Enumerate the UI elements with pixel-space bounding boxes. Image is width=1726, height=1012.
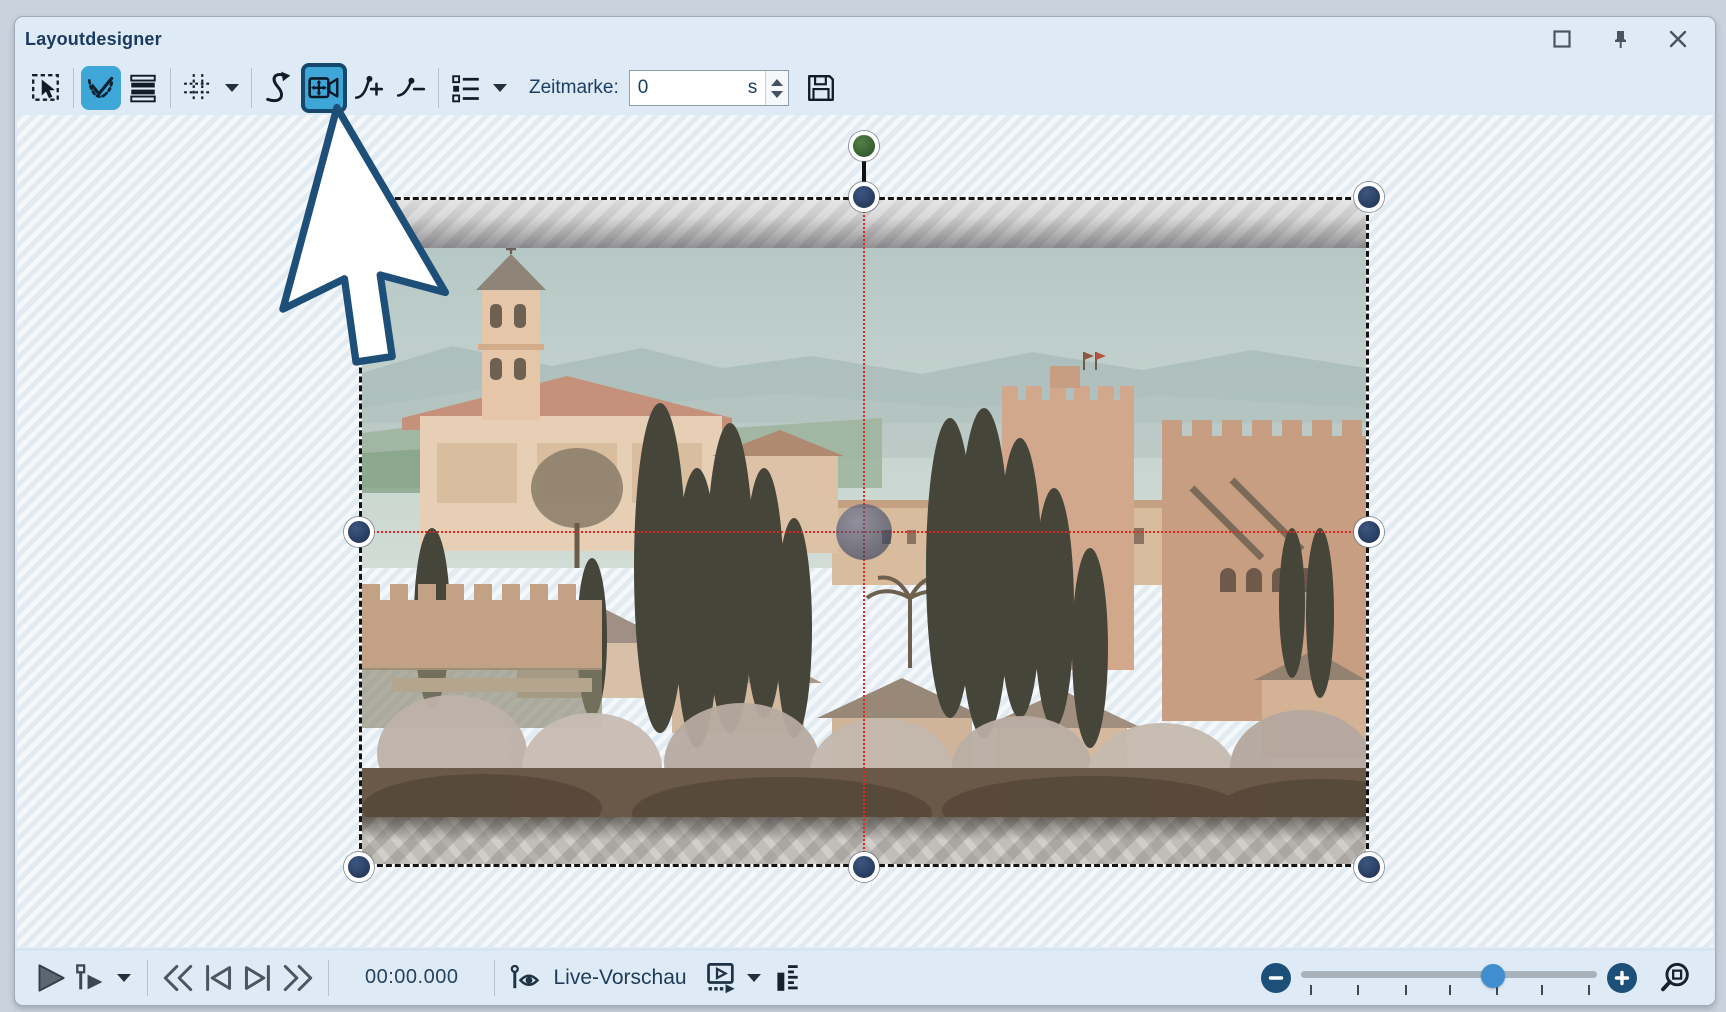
zoom-slider-thumb[interactable] xyxy=(1481,964,1505,988)
separator xyxy=(147,960,148,996)
grid-icon xyxy=(182,72,214,104)
selection-handle-bottom-right[interactable] xyxy=(1354,852,1384,882)
save-button[interactable] xyxy=(801,66,841,110)
separator xyxy=(170,68,171,108)
object-list-dropdown-chevron-down-icon[interactable] xyxy=(493,84,507,92)
rotation-handle[interactable] xyxy=(849,131,879,161)
zeitmarke-field: s xyxy=(629,70,790,106)
selection-handle-top-right[interactable] xyxy=(1354,182,1384,212)
preview-window-button[interactable] xyxy=(701,956,741,1000)
zoom-fit-button[interactable] xyxy=(1659,961,1693,995)
close-button[interactable] xyxy=(1667,28,1689,50)
fast-forward-button[interactable] xyxy=(278,956,318,1000)
play-button[interactable] xyxy=(31,956,71,1000)
pin-button[interactable] xyxy=(1609,28,1631,50)
zoom-slider xyxy=(1301,961,1597,995)
slider-tick xyxy=(1541,985,1543,995)
time-display: 00:00.000 xyxy=(365,966,458,989)
layout-canvas[interactable] xyxy=(17,115,1713,947)
curve-tool-button[interactable] xyxy=(259,66,299,110)
pin-icon xyxy=(1610,29,1630,49)
selection-handle-bottom-left[interactable] xyxy=(344,852,374,882)
zoom-in-button[interactable] xyxy=(1607,963,1637,993)
slider-tick xyxy=(1449,985,1451,995)
play-icon xyxy=(36,963,66,993)
separator xyxy=(494,960,495,996)
transport-bar: 00:00.000 Live-Vorschau xyxy=(15,949,1715,1005)
motion-path-icon xyxy=(85,72,117,104)
separator xyxy=(438,68,439,108)
zoom-out-icon xyxy=(1268,970,1284,986)
prev-frame-icon xyxy=(200,963,236,993)
curve-icon xyxy=(262,71,296,105)
selection-handle-top-center[interactable] xyxy=(849,182,879,212)
add-keypoint-button[interactable] xyxy=(349,66,389,110)
zeitmarke-input[interactable] xyxy=(630,71,746,105)
object-list-icon xyxy=(450,72,482,104)
zeitmarke-spinner xyxy=(765,71,788,105)
selection-handle-middle-right[interactable] xyxy=(1354,517,1384,547)
slider-tick xyxy=(1405,985,1407,995)
live-preview-label: Live-Vorschau xyxy=(553,966,686,990)
zeitmarke-unit: s xyxy=(746,71,766,105)
play-from-marker-icon xyxy=(75,963,107,993)
toolbar: Zeitmarke: s xyxy=(15,61,1715,119)
live-preview-icon xyxy=(508,963,542,993)
grid-button[interactable] xyxy=(178,66,218,110)
zoom-controls xyxy=(1261,961,1693,995)
maximize-button[interactable] xyxy=(1551,28,1573,50)
fast-forward-icon xyxy=(280,963,316,993)
zoom-slider-track[interactable] xyxy=(1301,971,1597,978)
maximize-icon xyxy=(1552,29,1572,49)
selection-handle-bottom-center[interactable] xyxy=(849,852,879,882)
layers-button[interactable] xyxy=(123,66,163,110)
zoom-out-button[interactable] xyxy=(1261,963,1291,993)
object-list-button[interactable] xyxy=(446,66,486,110)
save-icon xyxy=(806,73,836,103)
selection-handle-middle-left[interactable] xyxy=(344,517,374,547)
live-preview-button[interactable] xyxy=(505,956,545,1000)
motion-path-toggle[interactable] xyxy=(81,66,121,110)
camera-pan-icon xyxy=(307,72,341,104)
zoom-fit-icon xyxy=(1659,961,1693,995)
slider-tick xyxy=(1310,985,1312,995)
separator xyxy=(73,68,74,108)
zoom-in-icon xyxy=(1614,970,1630,986)
preview-options-chevron-down-icon[interactable] xyxy=(747,974,761,982)
selection-frame[interactable] xyxy=(359,197,1369,867)
skip-start-icon xyxy=(160,963,196,993)
select-tool-button[interactable] xyxy=(26,66,66,110)
spin-down-icon[interactable] xyxy=(771,91,783,98)
skip-start-button[interactable] xyxy=(158,956,198,1000)
spin-up-icon[interactable] xyxy=(771,79,783,86)
separator xyxy=(251,68,252,108)
preview-window-icon xyxy=(704,962,738,994)
add-keypoint-icon xyxy=(353,72,385,104)
prev-frame-button[interactable] xyxy=(198,956,238,1000)
window-title: Layoutdesigner xyxy=(25,29,162,50)
next-frame-button[interactable] xyxy=(238,956,278,1000)
level-meter-button[interactable] xyxy=(767,956,807,1000)
play-from-marker-button[interactable] xyxy=(71,956,111,1000)
remove-keypoint-icon xyxy=(395,72,427,104)
grid-dropdown-chevron-down-icon[interactable] xyxy=(225,84,239,92)
play-options-chevron-down-icon[interactable] xyxy=(117,974,131,982)
layoutdesigner-window: Layoutdesigner xyxy=(14,16,1716,1006)
next-frame-icon xyxy=(240,963,276,993)
close-icon xyxy=(1668,29,1688,49)
separator xyxy=(328,960,329,996)
layers-icon xyxy=(127,72,159,104)
slider-tick xyxy=(1588,985,1590,995)
slider-tick xyxy=(1357,985,1359,995)
select-tool-icon xyxy=(30,72,62,104)
zeitmarke-label: Zeitmarke: xyxy=(529,77,619,99)
titlebar: Layoutdesigner xyxy=(15,17,1715,61)
screen: Layoutdesigner xyxy=(0,0,1726,1012)
remove-keypoint-button[interactable] xyxy=(391,66,431,110)
level-meter-icon xyxy=(772,962,802,994)
